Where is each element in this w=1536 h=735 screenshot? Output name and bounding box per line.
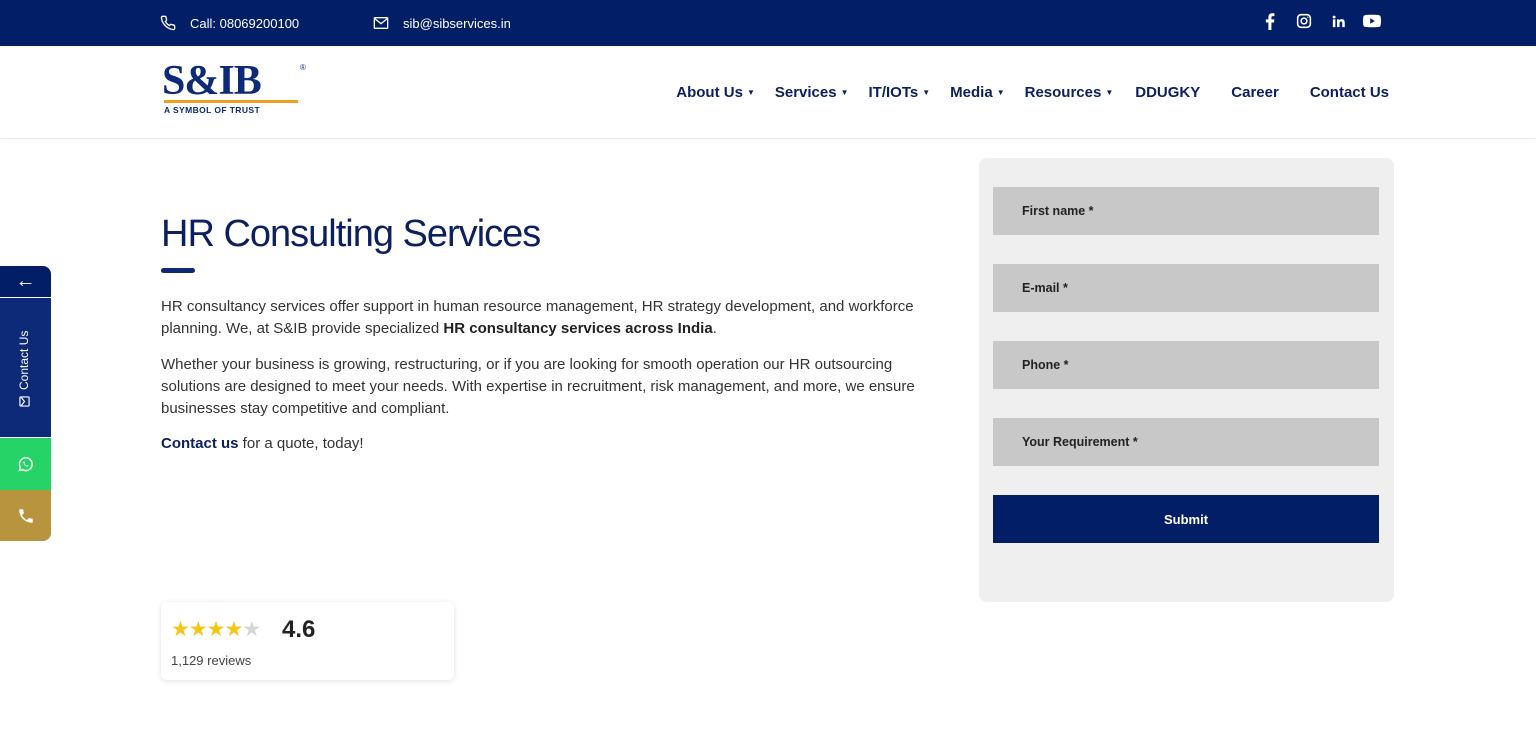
nav-resources[interactable]: Resources ▼ xyxy=(1025,84,1114,101)
phone-contact[interactable]: Call: 08069200100 xyxy=(160,0,299,46)
phone-placeholder: Phone * xyxy=(1022,358,1069,372)
side-contact-label-wrap: Contact Us xyxy=(17,331,31,407)
mail-icon xyxy=(373,17,389,29)
main-nav: About Us ▼ Services ▼ IT/IOTs ▼ Media ▼ Reso… xyxy=(676,46,1389,139)
nav-ddugky[interactable]: DDUGKY xyxy=(1135,84,1200,101)
email-text: sib@sibservices.in xyxy=(403,15,511,31)
phone-icon xyxy=(18,508,33,523)
nav-label: DDUGKY xyxy=(1135,84,1201,101)
nav-media[interactable]: Media ▼ xyxy=(950,84,1004,101)
review-count: 1,129 reviews xyxy=(171,653,252,668)
logo-tagline: A SYMBOL OF TRUST xyxy=(164,105,261,115)
star-filled-icon: ★ xyxy=(206,618,226,641)
nav-about-us[interactable]: About Us ▼ xyxy=(676,84,755,101)
rating-score: 4.6 xyxy=(282,616,316,643)
caret-down-icon: ▼ xyxy=(996,88,1005,97)
caret-down-icon: ▼ xyxy=(840,88,849,97)
detail-paragraph: Whether your business is growing, restru… xyxy=(161,356,915,417)
reviews-widget[interactable]: ★★★★★ 4.6 1,129 reviews xyxy=(161,602,454,680)
star-filled-icon: ★ xyxy=(171,618,190,641)
side-contact-label: Contact Us xyxy=(17,330,31,390)
nav-career[interactable]: Career xyxy=(1231,84,1279,101)
caret-down-icon: ▼ xyxy=(746,88,755,97)
nav-contact-us[interactable]: Contact Us xyxy=(1310,84,1389,101)
page-title: HR Consulting Services xyxy=(161,213,541,255)
collapse-arrow-button[interactable]: ← xyxy=(0,266,51,297)
logo-bar xyxy=(164,100,298,103)
nav-label: About Us xyxy=(676,84,743,101)
nav-label: Services xyxy=(774,84,837,101)
contact-us-link[interactable]: Contact us xyxy=(161,435,239,452)
nav-label: Contact Us xyxy=(1309,84,1389,101)
call-button[interactable] xyxy=(0,490,51,541)
phone-icon xyxy=(160,15,176,31)
logo[interactable]: S&IB ® A SYMBOL OF TRUST xyxy=(162,58,312,121)
cta-text: for a quote, today! xyxy=(238,435,364,452)
instagram-icon[interactable] xyxy=(1295,12,1313,30)
whatsapp-button[interactable] xyxy=(0,438,51,490)
star-rating: ★★★★★ xyxy=(171,617,261,642)
nav-label: IT/IOTs xyxy=(868,84,919,101)
enquiry-form: First name * E-mail * Phone * Your Requi… xyxy=(979,158,1394,602)
registered-mark: ® xyxy=(300,63,306,72)
title-underline xyxy=(161,268,195,273)
email-placeholder: E-mail * xyxy=(1022,281,1068,295)
caret-down-icon: ▼ xyxy=(1105,88,1114,97)
nav-label: Media xyxy=(950,84,993,101)
intro-paragraph: HR consultancy services offer support in… xyxy=(161,296,951,340)
mail-icon xyxy=(18,396,30,407)
first-name-placeholder: First name * xyxy=(1022,204,1094,218)
youtube-icon[interactable] xyxy=(1363,12,1381,30)
email-field[interactable]: E-mail * xyxy=(993,264,1379,312)
site-header: S&IB ® A SYMBOL OF TRUST About Us ▼ Servi… xyxy=(0,46,1536,139)
cta-paragraph: Contact us for a quote, today! xyxy=(161,433,951,455)
linkedin-icon[interactable] xyxy=(1329,12,1347,30)
first-name-field[interactable]: First name * xyxy=(993,187,1379,235)
nav-services[interactable]: Services ▼ xyxy=(775,84,849,101)
logo-mark: S&IB xyxy=(162,58,262,104)
requirement-field[interactable]: Your Requirement * xyxy=(993,418,1379,466)
side-contact-tab[interactable]: Contact Us xyxy=(0,298,51,437)
star-empty-icon: ★ xyxy=(242,618,261,641)
nav-it-iots[interactable]: IT/IOTs ▼ xyxy=(869,84,931,101)
intro-end: . xyxy=(712,320,717,337)
caret-down-icon: ▼ xyxy=(922,88,931,97)
arrow-left-icon: ← xyxy=(15,270,36,292)
star-filled-icon: ★ xyxy=(224,618,243,641)
whatsapp-icon xyxy=(18,456,33,472)
submit-button[interactable]: Submit xyxy=(993,495,1379,543)
phone-text: Call: 08069200100 xyxy=(190,15,300,31)
nav-label: Resources xyxy=(1024,84,1102,101)
requirement-placeholder: Your Requirement * xyxy=(1022,435,1138,449)
email-contact[interactable]: sib@sibservices.in xyxy=(373,0,511,46)
star-filled-icon: ★ xyxy=(188,618,208,641)
phone-field[interactable]: Phone * xyxy=(993,341,1379,389)
facebook-icon[interactable] xyxy=(1261,12,1279,30)
top-bar: Call: 08069200100 sib@sibservices.in xyxy=(0,0,1536,46)
nav-label: Career xyxy=(1231,84,1279,101)
intro-bold: HR consultancy services across India xyxy=(443,320,713,337)
social-links xyxy=(1261,0,1381,42)
